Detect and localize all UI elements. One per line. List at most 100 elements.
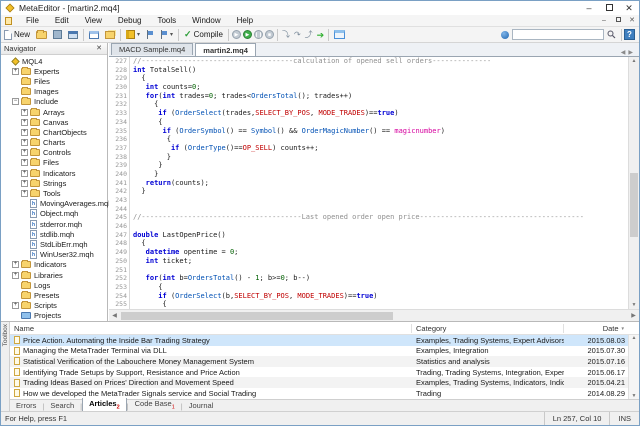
tree-item-experts[interactable]: +Experts [1, 66, 107, 76]
tree-item-strings[interactable]: +Strings [1, 178, 107, 188]
expand-icon[interactable]: + [21, 159, 28, 166]
tree-item-winuser32-mqh[interactable]: hWinUser32.mqh [1, 250, 107, 260]
tree-item-stderror-mqh[interactable]: hstderror.mqh [1, 219, 107, 229]
menu-tools[interactable]: Tools [149, 16, 184, 25]
mdi-close-button[interactable]: ✕ [625, 15, 639, 26]
mdi-minimize-button[interactable]: – [597, 15, 611, 26]
code-content[interactable]: //------------------------------------ca… [130, 57, 639, 309]
tree-item-stdlib-mqh[interactable]: hstdlib.mqh [1, 229, 107, 239]
expand-icon[interactable]: + [21, 149, 28, 156]
toolbox-grip[interactable]: Toolbox [1, 322, 10, 411]
goto-line-icon[interactable]: ➔ [315, 30, 327, 40]
save-button[interactable] [50, 28, 65, 42]
debug-stop-button[interactable]: ■ [265, 30, 274, 39]
breakpoint-list-button[interactable]: ▾ [157, 28, 176, 42]
expand-icon[interactable]: + [12, 261, 19, 268]
scroll-right-icon[interactable]: ▶ [628, 312, 639, 319]
search-scope-icon[interactable] [501, 31, 509, 39]
file-tab-macd-sample-mq4[interactable]: MACD Sample.mq4 [111, 43, 193, 55]
tree-item-scripts[interactable]: +Scripts [1, 301, 107, 311]
tree-item-mql4[interactable]: MQL4 [1, 56, 107, 66]
expand-icon[interactable]: + [21, 119, 28, 126]
editor-horizontal-scrollbar[interactable]: ◀ ▶ [109, 309, 639, 321]
expand-icon[interactable]: + [21, 139, 28, 146]
scroll-up-icon[interactable]: ▲ [629, 335, 639, 341]
help-button[interactable]: ? [624, 29, 635, 40]
expand-icon[interactable]: + [12, 302, 19, 309]
navigator-close-icon[interactable]: ✕ [94, 44, 104, 54]
menu-window[interactable]: Window [184, 16, 228, 25]
tree-item-controls[interactable]: +Controls [1, 148, 107, 158]
table-row[interactable]: Price Action. Automating the Inside Bar … [10, 335, 639, 346]
debug-start-button[interactable]: ▶ [243, 30, 252, 39]
menu-help[interactable]: Help [229, 16, 261, 25]
expand-icon[interactable]: + [21, 109, 28, 116]
scroll-left-icon[interactable]: ◀ [109, 312, 120, 319]
tree-item-files[interactable]: Files [1, 76, 107, 86]
expand-icon[interactable]: + [21, 180, 28, 187]
column-header-category[interactable]: Category [412, 324, 564, 333]
scroll-up-icon[interactable]: ▲ [629, 58, 639, 64]
collapse-icon[interactable]: − [12, 98, 19, 105]
scroll-down-icon[interactable]: ▼ [629, 302, 639, 308]
file-tab-martin2-mq4[interactable]: martin2.mq4 [195, 43, 256, 56]
editor-vertical-scrollbar[interactable]: ▲ ▼ [628, 57, 639, 309]
tree-item-files[interactable]: +Files [1, 158, 107, 168]
maximize-button[interactable] [599, 2, 619, 15]
tree-item-object-mqh[interactable]: hObject.mqh [1, 209, 107, 219]
expand-icon[interactable]: + [21, 170, 28, 177]
step-over-icon[interactable]: ↷ [292, 30, 303, 40]
search-icon[interactable] [607, 30, 616, 39]
tree-item-images[interactable]: Images [1, 87, 107, 97]
tree-item-projects[interactable]: Projects [1, 311, 107, 321]
expand-icon[interactable]: + [21, 129, 28, 136]
search-input[interactable] [512, 29, 604, 40]
styler-button[interactable] [65, 28, 81, 42]
tree-item-indicators[interactable]: +Indicators [1, 260, 107, 270]
table-row[interactable]: Managing the MetaTrader Terminal via DLL… [10, 346, 639, 357]
debug-disabled-button[interactable]: ▶ [232, 30, 241, 39]
open-terminal-button[interactable] [331, 28, 348, 42]
expand-icon[interactable]: + [12, 68, 19, 75]
table-row[interactable]: Identifying Trade Setups by Support, Res… [10, 367, 639, 378]
toggle-navigator-button[interactable] [86, 28, 102, 42]
tree-item-logs[interactable]: Logs [1, 280, 107, 290]
column-header-name[interactable]: Name [10, 324, 412, 333]
tab-scroll-arrows[interactable]: ◀▶ [621, 49, 639, 56]
dictionary-button[interactable]: ▾ [123, 28, 143, 42]
open-button[interactable] [33, 28, 50, 42]
table-scrollbar[interactable]: ▲ ▼ [628, 335, 639, 399]
breakpoint-button[interactable] [143, 28, 157, 42]
mdi-restore-button[interactable] [611, 15, 625, 26]
scrollbar-thumb[interactable] [121, 312, 393, 320]
step-into-icon[interactable]: ⤵ [280, 30, 292, 40]
tree-item-canvas[interactable]: +Canvas [1, 117, 107, 127]
expand-icon[interactable]: + [12, 272, 19, 279]
table-row[interactable]: Trading Ideas Based on Prices' Direction… [10, 377, 639, 388]
compile-button[interactable]: ✓ Compile [181, 28, 226, 42]
tree-item-libraries[interactable]: +Libraries [1, 270, 107, 280]
tree-item-include[interactable]: −Include [1, 97, 107, 107]
menu-view[interactable]: View [77, 16, 110, 25]
menu-edit[interactable]: Edit [47, 16, 77, 25]
column-header-date[interactable]: Date ▼ [564, 324, 628, 333]
tree-item-tools[interactable]: +Tools [1, 188, 107, 198]
expand-icon[interactable]: + [21, 190, 28, 197]
step-out-icon[interactable]: ⤴ [303, 30, 315, 40]
tree-item-indicators[interactable]: +Indicators [1, 168, 107, 178]
tree-item-arrays[interactable]: +Arrays [1, 107, 107, 117]
document-icon[interactable] [5, 17, 12, 25]
debug-pause-button[interactable]: ❙❙ [254, 30, 263, 39]
code-editor[interactable]: 2272282292302312322332342352362372382392… [109, 57, 639, 309]
tree-item-presets[interactable]: Presets [1, 290, 107, 300]
tree-item-chartobjects[interactable]: +ChartObjects [1, 127, 107, 137]
scrollbar-thumb[interactable] [630, 173, 638, 237]
close-button[interactable]: ✕ [619, 2, 639, 15]
tree-item-charts[interactable]: +Charts [1, 138, 107, 148]
menu-file[interactable]: File [18, 16, 47, 25]
menu-debug[interactable]: Debug [110, 16, 150, 25]
tree-item-stdliberr-mqh[interactable]: hStdLibErr.mqh [1, 239, 107, 249]
new-button[interactable]: New [1, 28, 33, 42]
tree-item-movingaverages-mqh[interactable]: hMovingAverages.mqh [1, 199, 107, 209]
table-row[interactable]: Statistical Verification of the Labouche… [10, 356, 639, 367]
